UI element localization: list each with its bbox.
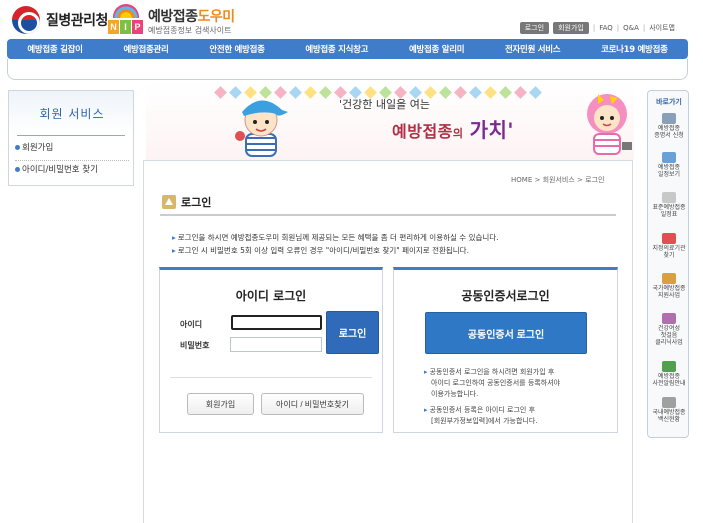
gnb-item-civil[interactable]: 전자민원 서비스 bbox=[505, 43, 561, 55]
gnb-item-alert[interactable]: 예방접종 알리미 bbox=[409, 43, 465, 55]
nip-letter-n: N bbox=[108, 20, 119, 34]
sidebar-title: 회원 서비스 bbox=[39, 107, 105, 121]
vaccine-icon bbox=[662, 397, 676, 408]
printer-icon bbox=[662, 113, 676, 124]
breadcrumb-current: 로그인 bbox=[585, 176, 605, 184]
bullet-icon bbox=[15, 144, 20, 150]
sitemap-link[interactable]: 사이트맵 bbox=[649, 23, 675, 33]
breadcrumb-member[interactable]: 회원서비스 bbox=[543, 176, 575, 184]
bullet-icon bbox=[15, 166, 20, 172]
hospital-icon bbox=[662, 233, 676, 244]
quick-item-vaccine-status[interactable]: 국내예방접종 백신현황 bbox=[650, 397, 688, 423]
site-subtitle: 예방접종정보 검색사이트 bbox=[148, 26, 232, 35]
cert-note-1-line-3: 이용가능합니다. bbox=[431, 390, 479, 398]
id-label: 아이디 bbox=[180, 320, 203, 329]
quick-item-notification[interactable]: 예방접종 사전알림안내 bbox=[650, 361, 688, 387]
page-title: 로그인 bbox=[181, 196, 212, 209]
breadcrumb: HOME > 회원서비스 > 로그인 bbox=[511, 176, 605, 184]
nip-logo[interactable]: N I P bbox=[108, 4, 144, 36]
id-input[interactable] bbox=[231, 315, 322, 330]
qna-link[interactable]: Q&A bbox=[623, 24, 639, 32]
util-login-button[interactable]: 로그인 bbox=[519, 22, 550, 34]
faq-link[interactable]: FAQ bbox=[599, 24, 613, 32]
nip-letter-p: P bbox=[132, 20, 143, 34]
banner: '건강한 내일을 여는 예방접종의 가치' bbox=[146, 82, 634, 160]
girl-character-icon bbox=[587, 94, 632, 155]
quick-item-clinic[interactable]: 건강여성 첫걸음 클리닉사업 bbox=[650, 313, 688, 346]
gnb-item-covid[interactable]: 코로나19 예방접종 bbox=[601, 43, 668, 55]
login-button[interactable]: 로그인 bbox=[326, 311, 379, 354]
cert-note-2-line-2: [회원부가정보입력]에서 가능합니다. bbox=[431, 417, 538, 425]
utility-menu: 로그인 회원가입 | FAQ | Q&A | 사이트맵 bbox=[519, 22, 675, 34]
join-button[interactable]: 회원가입 bbox=[187, 393, 254, 415]
document-icon bbox=[662, 192, 676, 203]
page: 질병관리청 N I P 예방접종도우미 예방접종정보 검색사이트 로그인 회원가… bbox=[0, 0, 703, 523]
quick-item-national-support[interactable]: 국가예방접종 지원사업 bbox=[650, 273, 688, 299]
banner-slogan: '건강한 내일을 여는 bbox=[339, 98, 430, 111]
password-input[interactable] bbox=[230, 337, 322, 352]
boy-character-icon bbox=[235, 100, 288, 157]
section-title: 로그인 bbox=[162, 194, 211, 210]
global-nav: 예방접종 길잡이 예방접종관리 안전한 예방접종 예방접종 지식창고 예방접종 … bbox=[7, 39, 688, 59]
find-account-button[interactable]: 아이디 / 비밀번호찾기 bbox=[261, 393, 364, 415]
gnb-item-knowledge[interactable]: 예방접종 지식창고 bbox=[305, 43, 368, 55]
taeguk-emblem-icon bbox=[12, 6, 40, 34]
quick-item-certificate[interactable]: 예방접종 증명서 신청 bbox=[650, 113, 688, 139]
quick-item-hospital[interactable]: 지정의료기관 찾기 bbox=[650, 233, 688, 259]
cert-note-2-line-1: 공동인증서 등록은 아이디 로그인 후 bbox=[424, 405, 536, 416]
cert-note-1-line-2: 아이디 로그인하여 공동인증서를 등록하셔야 bbox=[431, 379, 561, 387]
kdca-logo[interactable]: 질병관리청 bbox=[12, 6, 108, 34]
sidebar-item-join[interactable]: 회원가입 bbox=[15, 141, 53, 153]
quick-item-schedule[interactable]: 예방접종 일정보기 bbox=[650, 152, 688, 178]
quick-menu: 바로가기 예방접종 증명서 신청 예방접종 일정보기 표준예방접종 일정표 지정… bbox=[647, 90, 689, 438]
nip-letter-i: I bbox=[120, 20, 131, 34]
gnb-item-guide[interactable]: 예방접종 길잡이 bbox=[27, 43, 83, 55]
cert-login-title: 공동인증서로그인 bbox=[461, 289, 550, 303]
left-sidebar: 회원 서비스 회원가입 아이디/비밀번호 찾기 bbox=[8, 90, 134, 186]
breadcrumb-home[interactable]: HOME bbox=[511, 176, 532, 184]
util-join-button[interactable]: 회원가입 bbox=[553, 22, 589, 34]
title-icon bbox=[162, 195, 176, 209]
notice-2: 로그인 시 비밀번호 5회 이상 입력 오류인 경우 "아이디/비밀번호 찾기"… bbox=[172, 245, 469, 256]
sidebar-item-find-account[interactable]: 아이디/비밀번호 찾기 bbox=[15, 163, 98, 175]
notice-1: 로그인을 하시면 예방접종도우미 회원님께 제공되는 모든 혜택을 좀 더 편리… bbox=[172, 232, 499, 243]
cert-note-1-line-1: 공동인증서 로그인을 하시려면 회원가입 후 bbox=[424, 367, 555, 378]
quick-menu-title: 바로가기 bbox=[656, 98, 682, 106]
gnb-item-management[interactable]: 예방접종관리 bbox=[123, 43, 168, 55]
password-label: 비밀번호 bbox=[180, 341, 210, 350]
clinic-icon bbox=[662, 313, 676, 324]
site-title[interactable]: 예방접종도우미 bbox=[148, 6, 235, 26]
gnb-item-safe[interactable]: 안전한 예방접종 bbox=[209, 43, 265, 55]
quick-item-standard-schedule[interactable]: 표준예방접종 일정표 bbox=[650, 192, 688, 218]
calendar-icon bbox=[662, 152, 676, 163]
speaker-icon bbox=[662, 361, 676, 372]
cert-login-button[interactable]: 공동인증서 로그인 bbox=[425, 312, 587, 354]
id-login-title: 아이디 로그인 bbox=[235, 289, 307, 303]
form-icon bbox=[662, 273, 676, 284]
sun-logo-icon bbox=[113, 4, 139, 18]
agency-name: 질병관리청 bbox=[46, 13, 108, 29]
sub-nav-bar bbox=[7, 59, 688, 80]
banner-slogan-main: 예방접종의 가치' bbox=[392, 118, 515, 142]
